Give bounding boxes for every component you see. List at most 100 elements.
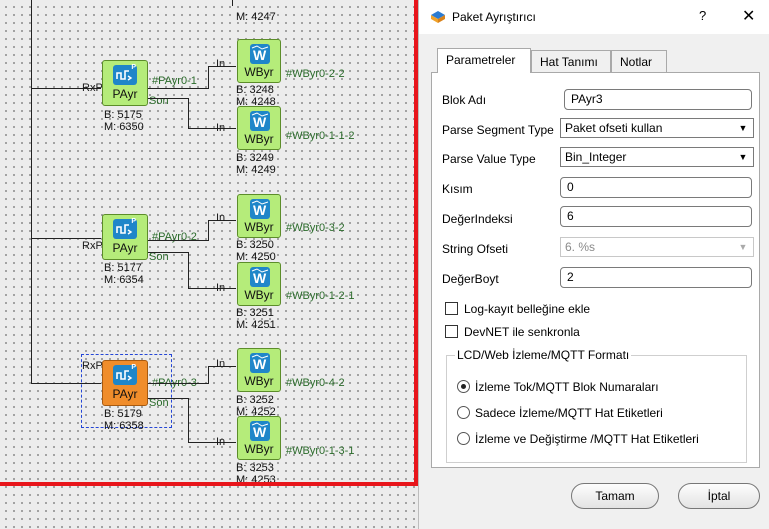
svg-text:W: W xyxy=(253,270,267,286)
svg-text:W: W xyxy=(253,47,267,63)
select-value: 6. %s xyxy=(565,240,596,254)
output-tag: #WByr0-4-2 xyxy=(286,377,345,389)
block-memory: M: 4252 xyxy=(236,406,276,415)
dropdown-arrow-icon: ▼ xyxy=(738,242,748,252)
radio-label[interactable]: İzleme Tok/MQTT Blok Numaraları xyxy=(475,380,659,394)
packet-parse-icon xyxy=(113,218,137,239)
output-tag: #PAyr0-2 xyxy=(152,231,197,243)
wire xyxy=(188,398,189,442)
checkbox-label[interactable]: Log-kayıt belleğine ekle xyxy=(464,302,590,316)
close-button[interactable]: ✕ xyxy=(742,6,755,26)
block-memory: M: 4248 xyxy=(236,96,276,105)
output-tag: #WByr0-1-3-1 xyxy=(286,445,355,457)
diagram-canvas[interactable]: M: 4247 RxP PAyr #PAyr0-1 Son B: 5175 M:… xyxy=(0,0,420,529)
radio-block-numbers[interactable] xyxy=(457,380,470,393)
wire xyxy=(208,366,209,384)
block-memory: M: 6354 xyxy=(104,274,144,286)
payr-block-selected[interactable]: PAyr xyxy=(102,360,148,406)
output-tag: #PAyr0-1 xyxy=(152,75,197,87)
block-memory: M: 6358 xyxy=(104,420,144,432)
log-memory-checkbox[interactable] xyxy=(445,302,458,315)
payr-block[interactable]: PAyr xyxy=(102,214,148,260)
wire xyxy=(208,66,209,89)
help-button[interactable]: ? xyxy=(699,8,706,23)
packet-parser-dialog: Paket Ayrıştırıcı ? ✕ Parametreler Hat T… xyxy=(418,0,769,529)
wbyr-block[interactable]: W WByr xyxy=(237,348,281,392)
checkbox-label[interactable]: DevNET ile senkronla xyxy=(464,325,580,339)
block-title: WByr xyxy=(244,442,274,456)
radio-monitor-modify[interactable] xyxy=(457,432,470,445)
field-label: Blok Adı xyxy=(442,93,487,107)
wire xyxy=(148,383,208,384)
wire xyxy=(148,98,188,99)
value-size-input[interactable]: 2 xyxy=(560,267,752,288)
devnet-sync-checkbox[interactable] xyxy=(445,325,458,338)
field-label: DeğerBoyt xyxy=(442,272,499,286)
write-icon: W xyxy=(250,44,270,64)
svg-text:W: W xyxy=(253,114,267,130)
wbyr-block[interactable]: W WByr xyxy=(237,194,281,238)
tab-parametreler[interactable]: Parametreler xyxy=(437,48,531,73)
dialog-titlebar[interactable]: Paket Ayrıştırıcı ? ✕ xyxy=(419,0,769,34)
wire xyxy=(148,252,188,253)
svg-text:W: W xyxy=(253,202,267,218)
block-memory: M: 6350 xyxy=(104,121,144,133)
wire xyxy=(188,288,236,289)
block-title: WByr xyxy=(244,288,274,302)
wire xyxy=(188,98,189,128)
radio-label[interactable]: Sadece İzleme/MQTT Hat Etiketleri xyxy=(475,406,663,420)
block-memory: M: 4247 xyxy=(236,11,276,23)
input-label-in: In xyxy=(216,358,226,370)
write-icon: W xyxy=(250,353,270,373)
block-title: WByr xyxy=(244,132,274,146)
wire xyxy=(31,238,101,239)
radio-line-labels[interactable] xyxy=(457,406,470,419)
input-label-in: In xyxy=(216,122,226,134)
bus-wire xyxy=(31,0,32,384)
payr-block[interactable]: PAyr xyxy=(102,60,148,106)
wire xyxy=(188,252,189,288)
wire xyxy=(148,240,208,241)
input-label-in: In xyxy=(216,212,226,224)
wbyr-block[interactable]: W WByr xyxy=(237,262,281,306)
wire xyxy=(208,220,209,241)
parameters-panel: Blok Adı PAyr3 Parse Segment Type Paket … xyxy=(431,72,760,468)
port-label-rxp: RxP xyxy=(82,240,103,252)
wbyr-block[interactable]: W WByr xyxy=(237,106,281,150)
ok-button[interactable]: Tamam xyxy=(571,483,659,509)
svg-text:W: W xyxy=(253,424,267,440)
value-index-input[interactable]: 6 xyxy=(560,206,752,227)
segment-input[interactable]: 0 xyxy=(560,177,752,198)
cancel-button[interactable]: İptal xyxy=(678,483,760,509)
packet-parse-icon xyxy=(113,64,137,85)
field-label: Parse Value Type xyxy=(442,152,536,166)
dropdown-arrow-icon: ▼ xyxy=(738,123,748,133)
block-title: PAyr xyxy=(112,387,138,401)
page-boundary-line xyxy=(0,482,420,486)
radio-label[interactable]: İzleme ve Değiştirme /MQTT Hat Etiketler… xyxy=(475,432,699,446)
wire xyxy=(188,442,236,443)
wire xyxy=(188,128,236,129)
write-icon: W xyxy=(250,111,270,131)
packet-parse-icon xyxy=(113,364,137,385)
field-label: Kısım xyxy=(442,182,473,196)
output-tag: #WByr0-2-2 xyxy=(286,68,345,80)
field-label: Parse Segment Type xyxy=(442,123,554,137)
tab-notlar[interactable]: Notlar xyxy=(611,50,667,72)
parse-value-type-select[interactable]: Bin_Integer ▼ xyxy=(560,147,754,167)
wbyr-block[interactable]: W WByr xyxy=(237,416,281,460)
block-title: PAyr xyxy=(112,87,138,101)
string-offset-select: 6. %s ▼ xyxy=(560,237,754,257)
block-name-input[interactable]: PAyr3 xyxy=(564,89,752,110)
field-label: String Ofseti xyxy=(442,242,509,256)
input-label-in: In xyxy=(216,58,226,70)
tab-hat-tanimi[interactable]: Hat Tanımı xyxy=(531,50,611,72)
block-title: WByr xyxy=(244,220,274,234)
block-title: WByr xyxy=(244,65,274,79)
write-icon: W xyxy=(250,267,270,287)
wbyr-block[interactable]: W WByr xyxy=(237,39,281,83)
dialog-title: Paket Ayrıştırıcı xyxy=(452,10,536,24)
input-label-in: In xyxy=(216,436,226,448)
block-title: WByr xyxy=(244,374,274,388)
parse-segment-type-select[interactable]: Paket ofseti kullan ▼ xyxy=(560,118,754,138)
